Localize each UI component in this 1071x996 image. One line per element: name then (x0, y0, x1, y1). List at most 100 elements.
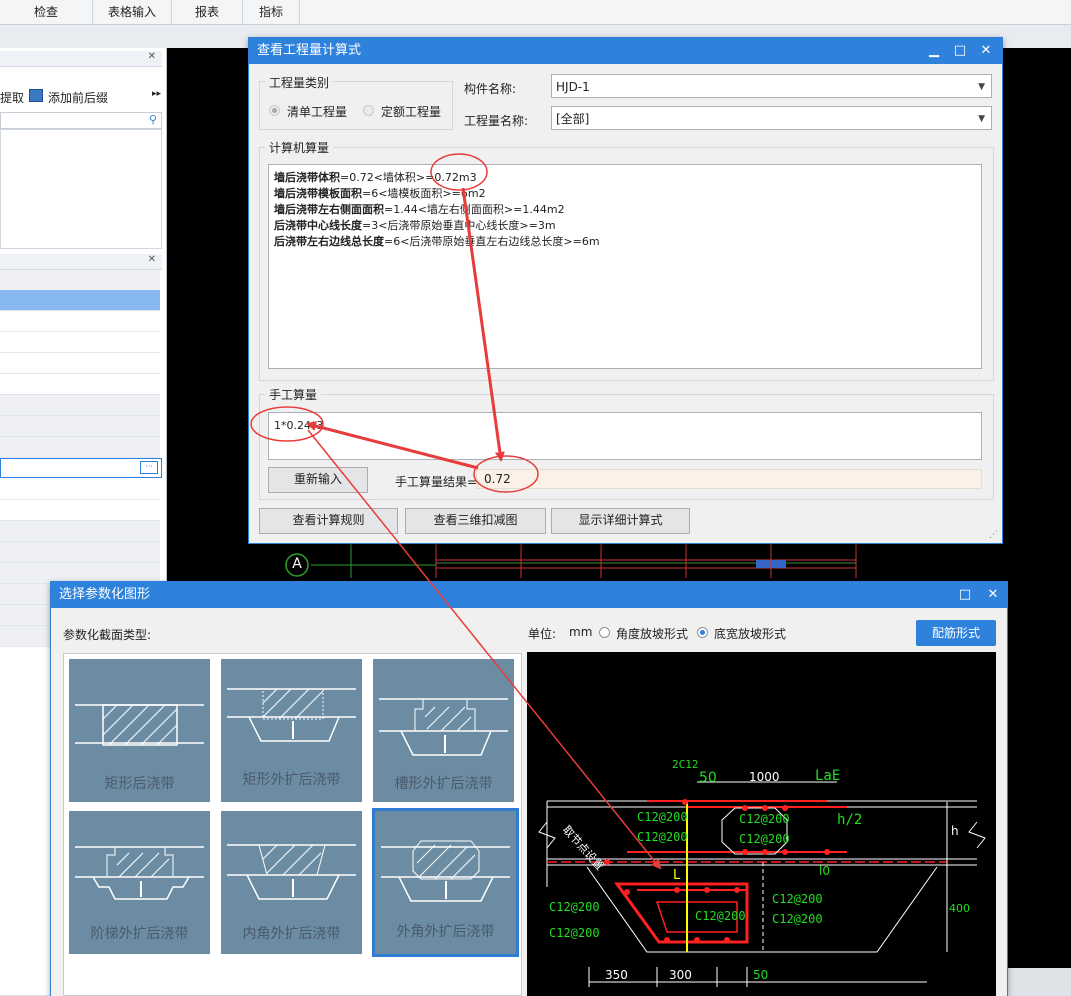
list-item-selected[interactable] (0, 290, 160, 311)
shape-label: 阶梯外扩后浇带 (90, 926, 189, 942)
rebar-label: C12@200 (549, 926, 600, 940)
shape-rect-expand[interactable]: 矩形外扩后浇带 (220, 658, 363, 803)
list-item[interactable] (0, 395, 160, 416)
list-item[interactable] (0, 437, 160, 458)
manual-result-field: 0.72 (476, 469, 982, 489)
rebar-label: C12@200 (739, 812, 790, 826)
chevron-down-icon: ▼ (978, 114, 985, 124)
menu-check[interactable]: 检查 (0, 0, 93, 24)
calc-line-3: 墙后浇带左右侧面面积=1.44<墙左右侧面面积>=1.44m2 (274, 203, 565, 216)
rebar-label: C12@200 (772, 912, 823, 926)
manual-expr-value: 1*0.24*3 (274, 419, 324, 432)
shape-label: 槽形外扩后浇带 (394, 776, 493, 792)
radio-width-slope[interactable] (697, 627, 708, 638)
view-rules-button[interactable]: 查看计算规则 (259, 508, 398, 534)
list-item[interactable] (0, 521, 160, 542)
radio-list-qty[interactable] (269, 105, 280, 116)
list-item[interactable] (0, 374, 160, 395)
axis-label: A (292, 556, 302, 572)
shape-label: 外角外扩后浇带 (396, 924, 495, 940)
list-item[interactable] (0, 479, 160, 500)
member-name-select[interactable]: HJD-1 ▼ (551, 74, 992, 98)
rebar-label: C12@200 (637, 830, 688, 844)
search-icon[interactable]: ⚲ (149, 113, 157, 126)
radio-quota-qty[interactable] (363, 105, 374, 116)
close-icon[interactable]: ✕ (148, 51, 156, 62)
calc-line-2: 墙后浇带模板面积=6<墙模板面积>=6m2 (274, 187, 486, 200)
qty-name-label: 工程量名称: (464, 114, 529, 128)
resize-grip-icon[interactable]: ⋰ (989, 530, 998, 540)
calc-line-5: 后浇带左右边线总长度=6<后浇带原始垂直左右边线总长度>=6m (274, 235, 600, 248)
shape-outer-corner-expand[interactable]: 外角外扩后浇带 (372, 808, 519, 957)
dim-label: 400 (949, 902, 970, 915)
ellipsis-button[interactable]: ··· (140, 461, 158, 474)
show-detail-button[interactable]: 显示详细计算式 (551, 508, 690, 534)
reinput-button[interactable]: 重新输入 (268, 467, 368, 493)
close-icon[interactable]: ✕ (973, 38, 999, 64)
view-3d-button[interactable]: 查看三维扣减图 (405, 508, 546, 534)
close-icon[interactable]: ✕ (980, 582, 1006, 608)
menu-index[interactable]: 指标 (243, 0, 300, 24)
dim-label: 50 (699, 770, 717, 786)
search-input[interactable]: ⚲ (0, 112, 162, 129)
unit-value: mm (569, 625, 593, 639)
more-arrow-icon[interactable]: ▸▸ (152, 89, 161, 99)
radio-width-slope-label: 底宽放坡形式 (714, 627, 787, 641)
shape-label: 内角外扩后浇带 (242, 926, 341, 942)
minimize-icon[interactable]: ▁ (921, 38, 947, 64)
tree-area[interactable] (0, 129, 162, 249)
manual-expr-input[interactable]: 1*0.24*3 (268, 412, 982, 460)
shape-groove-expand[interactable]: 槽形外扩后浇带 (372, 658, 515, 803)
qty-name-select[interactable]: [全部] ▼ (551, 106, 992, 130)
manual-result-label: 手工算量结果= (395, 475, 478, 489)
computer-calc-text[interactable]: 墙后浇带体积=0.72<墙体积>=0.72m3 墙后浇带模板面积=6<墙模板面积… (268, 164, 982, 369)
list-item[interactable] (0, 542, 160, 563)
list-item[interactable] (0, 270, 160, 291)
calc-line-1: 墙后浇带体积=0.72<墙体积>=0.72m3 (274, 171, 477, 184)
computer-calc-label: 计算机算量 (265, 139, 334, 156)
list-item[interactable] (0, 416, 160, 437)
list-item-editing[interactable]: ··· (0, 458, 162, 478)
rebar-label: C12@200 (695, 909, 746, 923)
calc-line-4: 后浇带中心线长度=3<后浇带原始垂直中心线长度>=3m (274, 219, 556, 232)
rebar-form-button[interactable]: 配筋形式 (916, 620, 996, 646)
shape-rect[interactable]: 矩形后浇带 (68, 658, 211, 803)
radio-quota-qty-label: 定额工程量 (381, 105, 442, 119)
chevron-down-icon: ▼ (978, 82, 985, 92)
manual-calc-label: 手工算量 (265, 386, 322, 403)
rebar-label: C12@200 (772, 892, 823, 906)
section-type-label: 参数化截面类型: (63, 628, 152, 642)
list-item[interactable] (0, 353, 160, 374)
maximize-icon[interactable]: □ (947, 38, 973, 64)
add-prefix-button[interactable]: 添加前后缀 (48, 89, 108, 106)
menu-report[interactable]: 报表 (172, 0, 243, 24)
menu-table-input[interactable]: 表格输入 (93, 0, 172, 24)
list-item[interactable] (0, 332, 160, 353)
menu-bar: 检查 表格输入 报表 指标 (0, 0, 1071, 25)
list-item[interactable] (0, 311, 160, 332)
shape-grid: 矩形后浇带 矩形外扩后浇带 槽形外扩后浇带 阶梯外扩后浇带 内角外扩后浇带 外角… (63, 653, 522, 996)
dim-label: 350 (605, 968, 628, 982)
radio-angle-slope-label: 角度放坡形式 (616, 627, 689, 641)
close-icon[interactable]: ✕ (148, 254, 156, 265)
rebar-label: C12@200 (549, 900, 600, 914)
manual-result-value: 0.72 (484, 472, 511, 486)
list-item[interactable] (0, 500, 160, 521)
shape-label: 矩形后浇带 (104, 776, 175, 792)
dim-label: h (951, 824, 959, 838)
left-panel-header-bottom: ✕ (0, 254, 162, 270)
shape-step-expand[interactable]: 阶梯外扩后浇带 (68, 810, 211, 955)
dim-label: L (673, 868, 681, 883)
extract-button[interactable]: 提取 (0, 89, 24, 106)
dim-label: 50 (753, 968, 769, 982)
calc-dialog: 查看工程量计算式 ▁ □ ✕ 工程量类别 清单工程量 定额工程量 构件名称: H… (248, 37, 1003, 544)
shape-inner-corner-expand[interactable]: 内角外扩后浇带 (220, 810, 363, 955)
left-panel-header-top: ✕ (0, 51, 162, 67)
dialog-title: 查看工程量计算式 (249, 38, 1002, 64)
param-dialog-title: 选择参数化图形 (51, 582, 1007, 608)
dim-label: l0 (819, 864, 830, 878)
rebar-preview: 2C12 50 1000 LaE C12@200 C12@200 C12@200… (527, 652, 996, 996)
dim-label: h/2 (837, 812, 863, 828)
radio-angle-slope[interactable] (599, 627, 610, 638)
maximize-icon[interactable]: □ (952, 582, 978, 608)
